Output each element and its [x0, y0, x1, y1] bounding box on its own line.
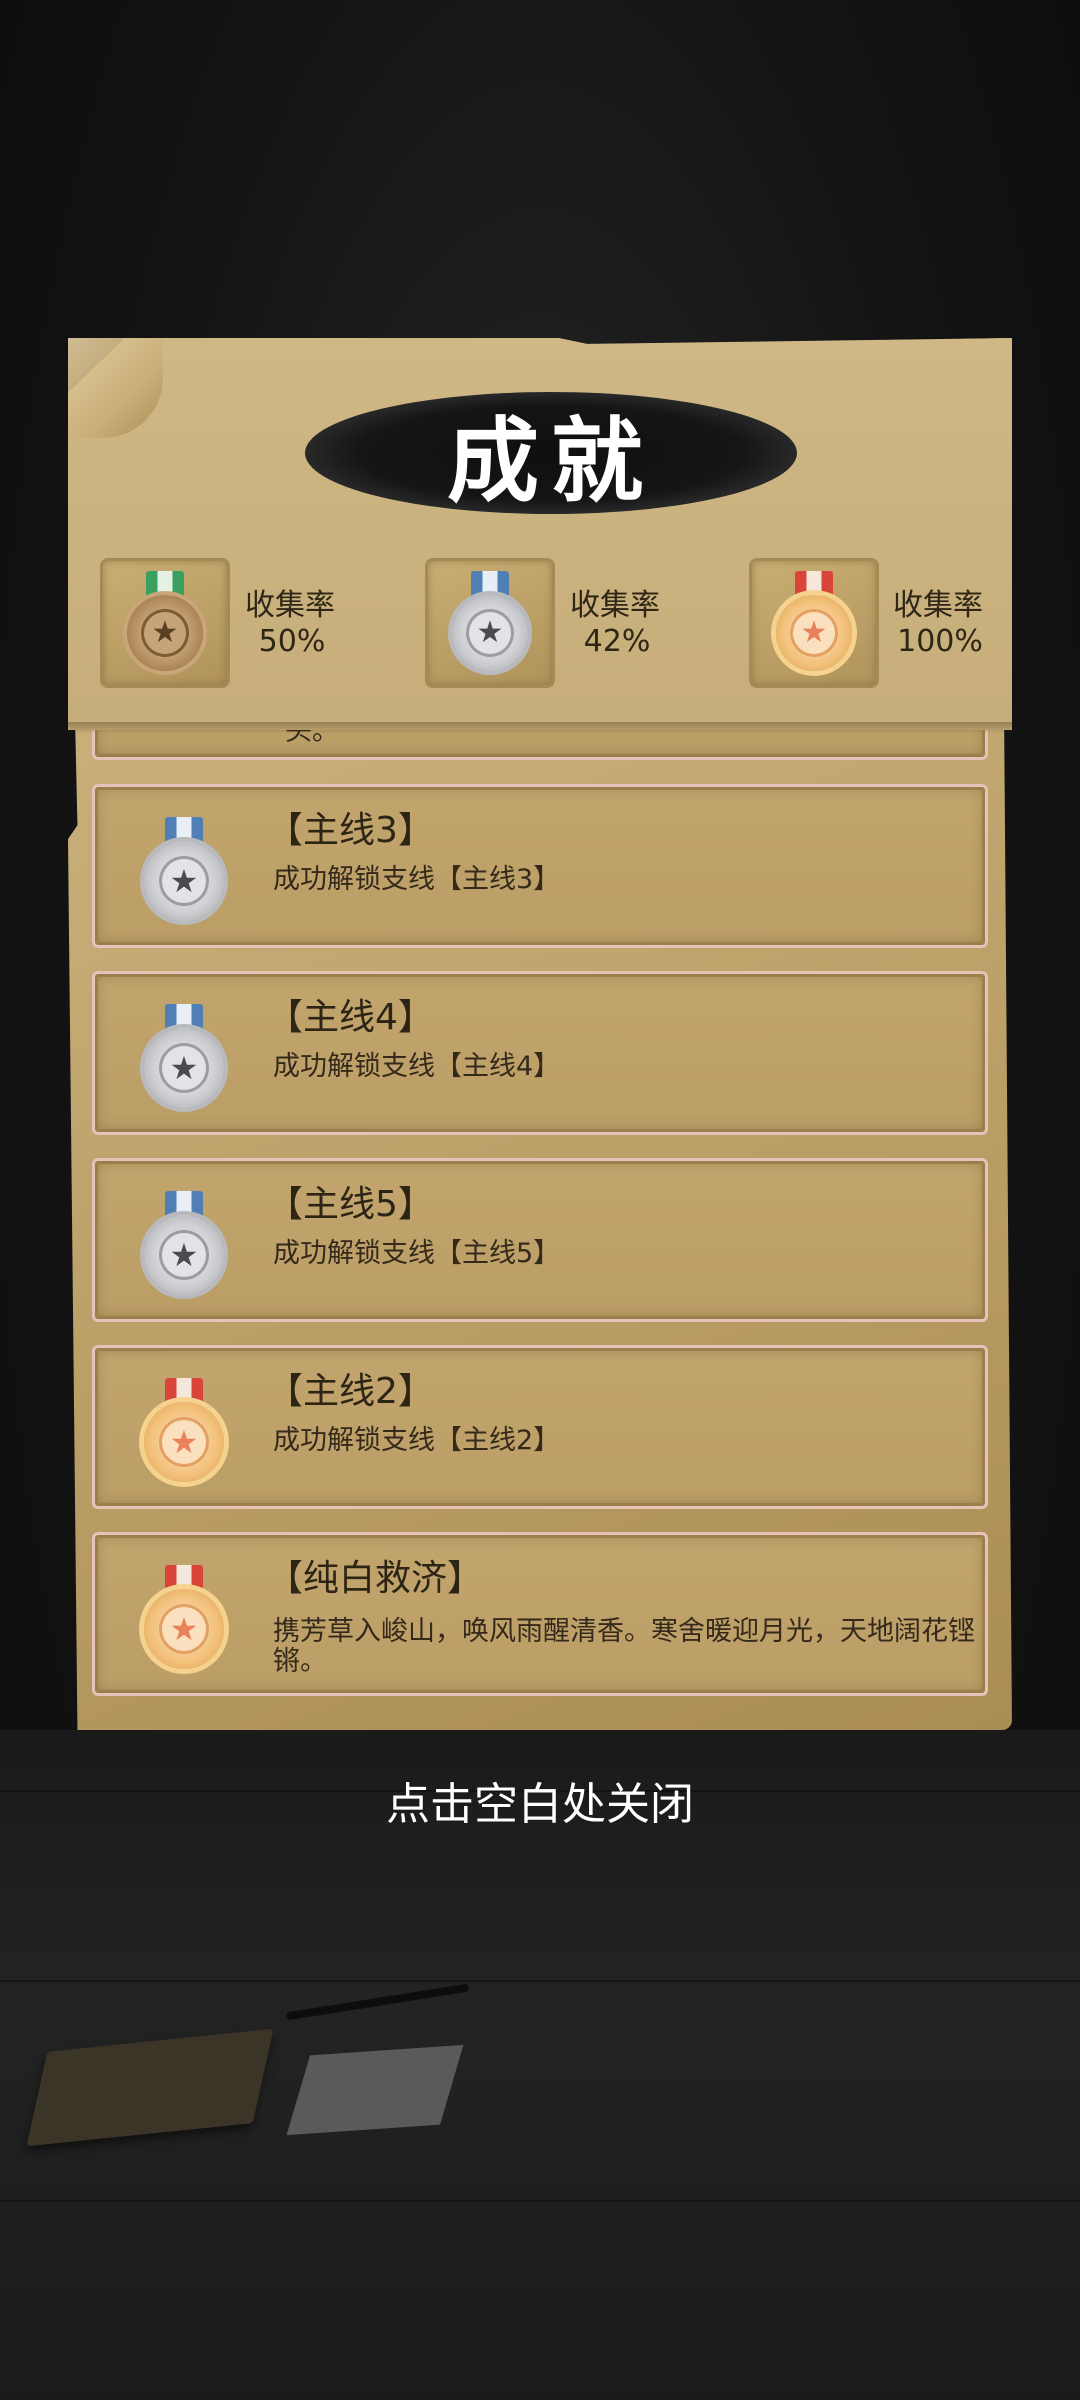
paper-note-prop: [286, 2044, 464, 2136]
stat-value: 100%: [897, 624, 983, 659]
header-shadow: [68, 722, 1012, 734]
card-title: 【纯白救济】: [267, 1558, 484, 1599]
stat-medal-silver: ★: [425, 558, 555, 688]
list-item[interactable]: ★ 【主线3】 成功解锁支线【主线3】: [92, 784, 988, 948]
achievement-list[interactable]: 头。 ★ 【主线3】 成功解锁支线【主线3】 ★ 【主线4】 成功解锁支线【主线…: [68, 730, 1012, 1710]
gold-medal-icon: ★: [139, 1378, 229, 1488]
gold-medal-icon: ★: [769, 571, 859, 677]
card-title: 【主线5】: [267, 1184, 434, 1225]
stat-label: 收集率: [893, 588, 983, 623]
list-item[interactable]: ★ 【主线2】 成功解锁支线【主线2】: [92, 1345, 988, 1509]
card-description: 成功解锁支线【主线2】: [273, 1425, 561, 1456]
stat-medal-bronze: ★: [100, 558, 230, 688]
gold-medal-icon: ★: [139, 1565, 229, 1675]
card-description: 携芳草入峻山，唤风雨醒清香。寒舍暖迎月光，天地阔花铿锵。: [273, 1616, 975, 1677]
card-description: 成功解锁支线【主线5】: [273, 1238, 561, 1269]
card-title: 【主线2】: [267, 1371, 434, 1412]
stat-label: 收集率: [245, 588, 335, 623]
silver-medal-icon: ★: [139, 1191, 229, 1301]
close-hint[interactable]: 点击空白处关闭: [0, 1768, 1080, 1832]
card-title: 【主线4】: [267, 997, 434, 1038]
silver-medal-icon: ★: [139, 817, 229, 927]
card-title: 【主线3】: [267, 810, 434, 851]
list-item[interactable]: ★ 【主线4】 成功解锁支线【主线4】: [92, 971, 988, 1135]
stat-label: 收集率: [570, 588, 660, 623]
silver-medal-icon: ★: [139, 1004, 229, 1114]
page-title: 成就: [446, 406, 655, 515]
stat-value: 50%: [258, 624, 326, 659]
card-description: 成功解锁支线【主线3】: [273, 864, 561, 895]
list-item[interactable]: ★ 【主线5】 成功解锁支线【主线5】: [92, 1158, 988, 1322]
stat-value: 42%: [583, 624, 651, 659]
bronze-medal-icon: ★: [120, 571, 210, 677]
stat-medal-gold: ★: [749, 558, 879, 688]
silver-medal-icon: ★: [445, 571, 535, 677]
list-item[interactable]: ★ 【纯白救济】 携芳草入峻山，唤风雨醒清香。寒舍暖迎月光，天地阔花铿锵。: [92, 1532, 988, 1696]
card-description: 成功解锁支线【主线4】: [273, 1051, 561, 1082]
list-item[interactable]: 头。: [92, 730, 988, 760]
